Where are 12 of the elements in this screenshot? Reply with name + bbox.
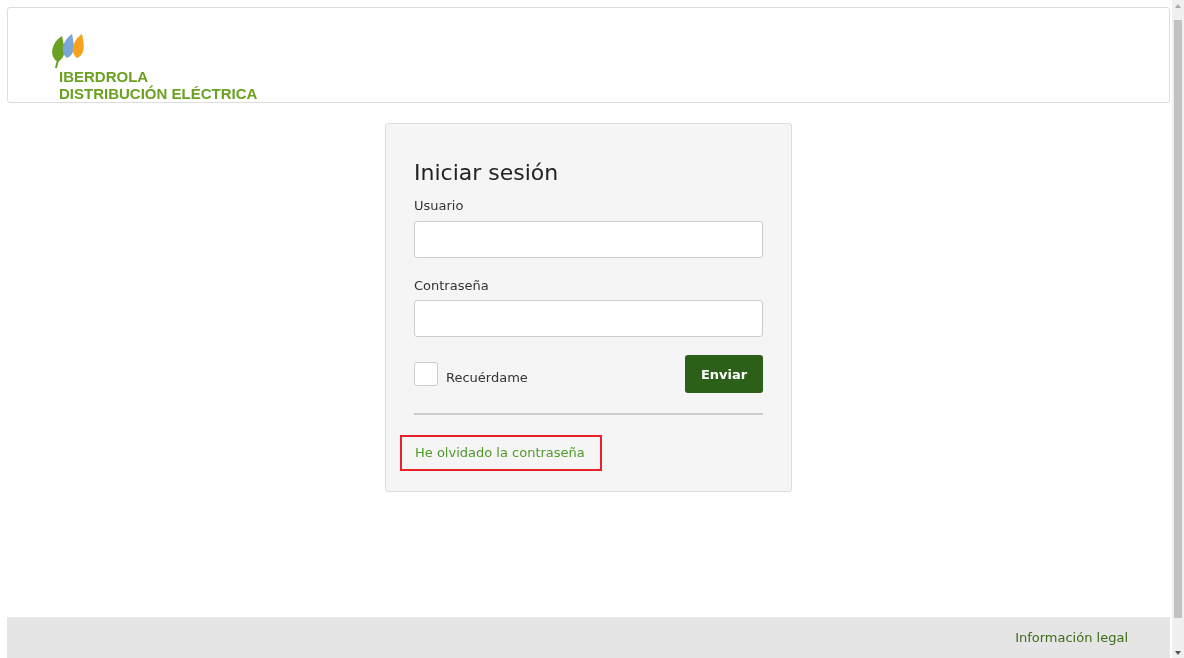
field-label: Usuario	[414, 197, 465, 216]
field-label: Contraseña	[414, 276, 490, 295]
checkbox-label: Recuérdame	[446, 368, 528, 387]
form-title: Iniciar sesión	[414, 160, 560, 187]
input-field[interactable]	[414, 300, 763, 338]
input-field[interactable]	[414, 220, 763, 258]
logo-text: DISTRIBUCIÓN ELÉCTRICA	[59, 85, 259, 102]
submit-button[interactable]: Enviar	[685, 355, 763, 394]
checkbox[interactable]	[414, 362, 438, 387]
logo-text: IBERDROLA	[59, 68, 150, 85]
legal-link[interactable]: Información legal	[1015, 627, 1128, 648]
forgot-password-link[interactable]: He olvidado la contraseña	[400, 435, 602, 471]
